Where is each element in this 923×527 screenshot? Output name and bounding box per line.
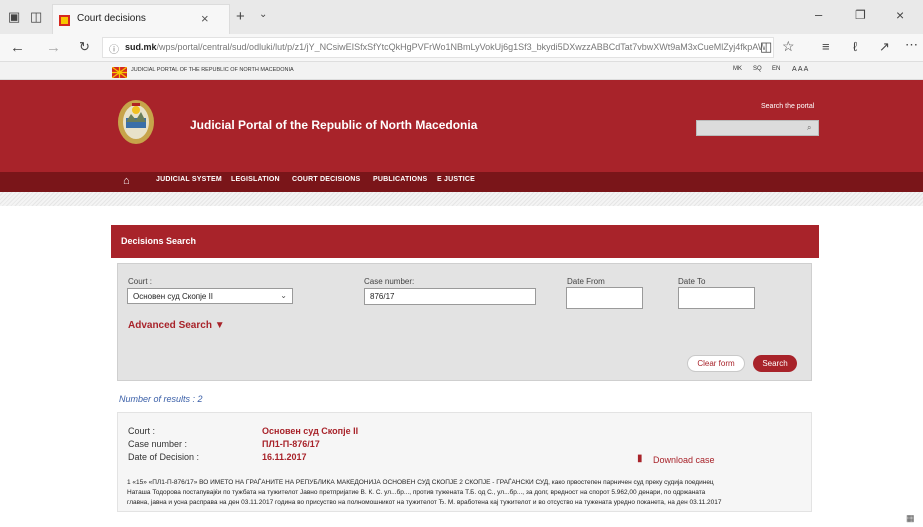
info-icon[interactable]: ⓘ	[109, 41, 119, 56]
more-options-icon[interactable]: ⋯	[905, 38, 918, 51]
lang-sq-link[interactable]: SQ	[753, 66, 762, 72]
advanced-search-toggle[interactable]: Advanced Search ▼	[128, 320, 225, 331]
result-date-label: Date of Decision :	[128, 452, 200, 462]
triangle-down-icon: ▼	[214, 320, 225, 331]
result-court-label: Court :	[128, 426, 156, 436]
tab-list-chevron-icon[interactable]: ⌄	[259, 10, 267, 20]
share-icon[interactable]: ↗	[879, 40, 890, 53]
date-to-label: Date To	[678, 277, 706, 286]
result-excerpt: 1 «15» «ПЛ1-П-876/17» ВО ИМЕТО НА ГРАЃАН…	[127, 478, 807, 506]
favicon-icon	[59, 13, 70, 26]
macedonia-flag-icon	[111, 65, 128, 79]
pen-notes-icon[interactable]: ℓ	[853, 40, 857, 53]
forward-arrow-icon[interactable]: →	[46, 40, 61, 55]
browser-tab-bar: ▣ ◫ Court decisions × + ⌄ – ❐ ×	[0, 0, 923, 34]
url-path: /wps/portal/central/sud/odluki/lut/p/z1/…	[156, 42, 765, 52]
chevron-down-icon: ⌄	[280, 291, 287, 300]
download-case-link[interactable]: Download case	[653, 455, 715, 465]
result-excerpt-line-3: главна, јавна и усна расправа на ден 03.…	[127, 499, 722, 506]
result-count: Number of results : 2	[119, 394, 203, 404]
advanced-search-label: Advanced Search	[128, 320, 212, 331]
case-number-input[interactable]: 876/17	[364, 288, 536, 305]
portal-name: JUDICIAL PORTAL OF THE REPUBLIC OF NORTH…	[131, 67, 294, 73]
date-from-input[interactable]	[566, 287, 643, 309]
close-window-icon[interactable]: ×	[896, 8, 904, 22]
search-icon[interactable]: ⌕	[807, 123, 811, 133]
decisions-search-header: Decisions Search	[111, 225, 819, 258]
result-court-value: Основен суд Скопје II	[262, 426, 359, 436]
url-field[interactable]: ⓘ sud.mk/wps/portal/central/sud/odluki/l…	[102, 37, 774, 58]
taskbar-corner-icon[interactable]: ▦	[906, 513, 915, 524]
court-select-value: Основен суд Скопје II	[133, 292, 214, 301]
nav-item-publications[interactable]: PUBLICATIONS	[373, 176, 427, 183]
coat-of-arms-logo	[116, 98, 156, 146]
result-case-label: Case number :	[128, 439, 188, 449]
new-tab-icon[interactable]: +	[236, 9, 245, 24]
decorative-band	[0, 192, 923, 206]
back-arrow-icon[interactable]: ←	[10, 40, 25, 55]
font-size-toggle[interactable]: A A A	[792, 66, 808, 73]
nav-item-e-justice[interactable]: E JUSTICE	[437, 176, 475, 183]
nav-item-judicial-system[interactable]: JUDICIAL SYSTEM	[156, 176, 222, 183]
favorite-star-icon[interactable]: ☆	[782, 39, 795, 53]
court-select[interactable]: Основен суд Скопје II ⌄	[127, 288, 293, 304]
minimize-icon[interactable]: –	[815, 8, 822, 21]
court-label: Court :	[128, 277, 153, 286]
lang-mk-link[interactable]: MK	[733, 66, 742, 72]
site-header: Judicial Portal of the Republic of North…	[0, 80, 923, 172]
browser-tab[interactable]: Court decisions ×	[52, 4, 230, 34]
reading-view-icon[interactable]: ◫	[760, 40, 772, 53]
url-text: sud.mk/wps/portal/central/sud/odluki/lut…	[125, 42, 765, 52]
nav-item-court-decisions[interactable]: COURT DECISIONS	[292, 176, 360, 183]
date-from-label: Date From	[567, 277, 605, 286]
lang-en-link[interactable]: EN	[772, 66, 780, 72]
result-case-value: ПЛ1-П-876/17	[262, 439, 320, 449]
main-nav: ⌂ JUDICIAL SYSTEM LEGISLATION COURT DECI…	[0, 172, 923, 192]
portal-title: Judicial Portal of the Republic of North…	[190, 118, 478, 132]
decisions-search-title: Decisions Search	[121, 236, 197, 246]
result-date-value: 16.11.2017	[262, 452, 307, 462]
nav-item-legislation[interactable]: LEGISLATION	[231, 176, 280, 183]
tab-manager-icon[interactable]: ▣	[8, 10, 20, 23]
tab-preview-icon[interactable]: ◫	[30, 10, 42, 23]
clear-form-button[interactable]: Clear form	[687, 355, 745, 372]
search-button[interactable]: Search	[753, 355, 797, 372]
portal-search-input[interactable]: ⌕	[696, 120, 819, 136]
maximize-icon[interactable]: ❐	[855, 9, 866, 21]
pdf-file-icon[interactable]: ▮	[637, 453, 643, 464]
site-top-strip: JUDICIAL PORTAL OF THE REPUBLIC OF NORTH…	[0, 62, 923, 80]
date-to-input[interactable]	[678, 287, 755, 309]
home-icon[interactable]: ⌂	[123, 175, 130, 187]
address-bar-row: ← → ↻ ⓘ sud.mk/wps/portal/central/sud/od…	[0, 34, 923, 62]
portal-search-label: Search the portal	[761, 103, 815, 110]
refresh-icon[interactable]: ↻	[79, 40, 90, 53]
url-domain: sud.mk	[125, 42, 157, 52]
favorites-hub-icon[interactable]: ≡	[822, 40, 830, 53]
close-tab-icon[interactable]: ×	[201, 11, 209, 26]
result-excerpt-line-2: Наташа Тодорова постапувајќи по тужбата …	[127, 489, 706, 496]
result-excerpt-line-1: 1 «15» «ПЛ1-П-876/17» ВО ИМЕТО НА ГРАЃАН…	[127, 479, 714, 486]
tab-title: Court decisions	[77, 13, 146, 24]
case-number-label: Case number:	[364, 277, 415, 286]
